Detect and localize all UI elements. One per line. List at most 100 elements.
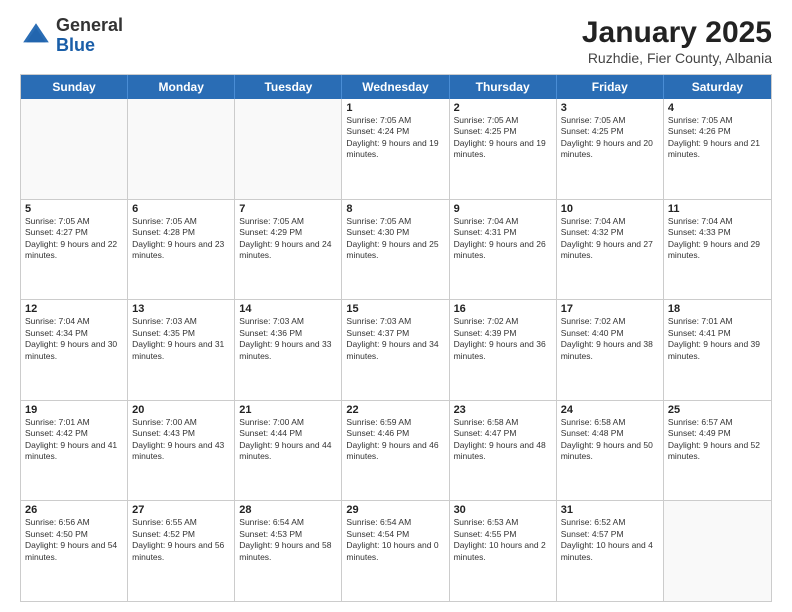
calendar-cell: 15Sunrise: 7:03 AMSunset: 4:37 PMDayligh…	[342, 300, 449, 400]
day-info: Sunrise: 7:05 AMSunset: 4:29 PMDaylight:…	[239, 216, 337, 262]
weekday-header: Tuesday	[235, 75, 342, 99]
day-info: Sunrise: 7:01 AMSunset: 4:42 PMDaylight:…	[25, 417, 123, 463]
calendar-cell: 2Sunrise: 7:05 AMSunset: 4:25 PMDaylight…	[450, 99, 557, 199]
day-number: 3	[561, 102, 659, 114]
logo-icon	[20, 20, 52, 52]
calendar-cell: 7Sunrise: 7:05 AMSunset: 4:29 PMDaylight…	[235, 200, 342, 300]
calendar-cell: 17Sunrise: 7:02 AMSunset: 4:40 PMDayligh…	[557, 300, 664, 400]
day-number: 5	[25, 203, 123, 215]
calendar-cell	[664, 501, 771, 601]
day-info: Sunrise: 7:05 AMSunset: 4:30 PMDaylight:…	[346, 216, 444, 262]
calendar-cell: 12Sunrise: 7:04 AMSunset: 4:34 PMDayligh…	[21, 300, 128, 400]
day-number: 10	[561, 203, 659, 215]
day-number: 16	[454, 303, 552, 315]
calendar-row: 19Sunrise: 7:01 AMSunset: 4:42 PMDayligh…	[21, 401, 771, 502]
day-info: Sunrise: 6:55 AMSunset: 4:52 PMDaylight:…	[132, 517, 230, 563]
weekday-header: Sunday	[21, 75, 128, 99]
day-number: 25	[668, 404, 767, 416]
calendar-cell: 21Sunrise: 7:00 AMSunset: 4:44 PMDayligh…	[235, 401, 342, 501]
day-info: Sunrise: 6:54 AMSunset: 4:53 PMDaylight:…	[239, 517, 337, 563]
title-block: January 2025 Ruzhdie, Fier County, Alban…	[582, 16, 772, 66]
calendar-header: SundayMondayTuesdayWednesdayThursdayFrid…	[21, 75, 771, 99]
day-number: 27	[132, 504, 230, 516]
day-info: Sunrise: 7:05 AMSunset: 4:25 PMDaylight:…	[561, 115, 659, 161]
calendar-cell: 10Sunrise: 7:04 AMSunset: 4:32 PMDayligh…	[557, 200, 664, 300]
day-number: 4	[668, 102, 767, 114]
day-number: 8	[346, 203, 444, 215]
day-info: Sunrise: 7:05 AMSunset: 4:26 PMDaylight:…	[668, 115, 767, 161]
day-info: Sunrise: 6:58 AMSunset: 4:48 PMDaylight:…	[561, 417, 659, 463]
calendar-cell: 18Sunrise: 7:01 AMSunset: 4:41 PMDayligh…	[664, 300, 771, 400]
day-info: Sunrise: 7:03 AMSunset: 4:37 PMDaylight:…	[346, 316, 444, 362]
calendar-cell: 26Sunrise: 6:56 AMSunset: 4:50 PMDayligh…	[21, 501, 128, 601]
day-info: Sunrise: 6:57 AMSunset: 4:49 PMDaylight:…	[668, 417, 767, 463]
calendar-cell: 9Sunrise: 7:04 AMSunset: 4:31 PMDaylight…	[450, 200, 557, 300]
calendar-cell: 22Sunrise: 6:59 AMSunset: 4:46 PMDayligh…	[342, 401, 449, 501]
day-number: 19	[25, 404, 123, 416]
day-number: 20	[132, 404, 230, 416]
calendar-cell: 11Sunrise: 7:04 AMSunset: 4:33 PMDayligh…	[664, 200, 771, 300]
calendar-cell: 5Sunrise: 7:05 AMSunset: 4:27 PMDaylight…	[21, 200, 128, 300]
day-info: Sunrise: 7:04 AMSunset: 4:33 PMDaylight:…	[668, 216, 767, 262]
calendar-cell: 8Sunrise: 7:05 AMSunset: 4:30 PMDaylight…	[342, 200, 449, 300]
day-number: 17	[561, 303, 659, 315]
day-info: Sunrise: 6:59 AMSunset: 4:46 PMDaylight:…	[346, 417, 444, 463]
logo: General Blue	[20, 16, 123, 56]
calendar-cell: 3Sunrise: 7:05 AMSunset: 4:25 PMDaylight…	[557, 99, 664, 199]
calendar-cell: 25Sunrise: 6:57 AMSunset: 4:49 PMDayligh…	[664, 401, 771, 501]
weekday-header: Thursday	[450, 75, 557, 99]
day-info: Sunrise: 6:53 AMSunset: 4:55 PMDaylight:…	[454, 517, 552, 563]
calendar-row: 26Sunrise: 6:56 AMSunset: 4:50 PMDayligh…	[21, 501, 771, 601]
day-number: 13	[132, 303, 230, 315]
logo-text: General Blue	[56, 16, 123, 56]
calendar-cell: 16Sunrise: 7:02 AMSunset: 4:39 PMDayligh…	[450, 300, 557, 400]
day-number: 23	[454, 404, 552, 416]
day-number: 26	[25, 504, 123, 516]
calendar-cell	[128, 99, 235, 199]
header: General Blue January 2025 Ruzhdie, Fier …	[20, 16, 772, 66]
day-number: 14	[239, 303, 337, 315]
day-info: Sunrise: 7:02 AMSunset: 4:40 PMDaylight:…	[561, 316, 659, 362]
calendar-cell: 29Sunrise: 6:54 AMSunset: 4:54 PMDayligh…	[342, 501, 449, 601]
calendar-cell: 1Sunrise: 7:05 AMSunset: 4:24 PMDaylight…	[342, 99, 449, 199]
day-number: 15	[346, 303, 444, 315]
weekday-header: Wednesday	[342, 75, 449, 99]
calendar-cell: 27Sunrise: 6:55 AMSunset: 4:52 PMDayligh…	[128, 501, 235, 601]
day-info: Sunrise: 7:05 AMSunset: 4:28 PMDaylight:…	[132, 216, 230, 262]
day-info: Sunrise: 6:58 AMSunset: 4:47 PMDaylight:…	[454, 417, 552, 463]
day-info: Sunrise: 7:04 AMSunset: 4:32 PMDaylight:…	[561, 216, 659, 262]
calendar-body: 1Sunrise: 7:05 AMSunset: 4:24 PMDaylight…	[21, 99, 771, 601]
calendar-cell: 14Sunrise: 7:03 AMSunset: 4:36 PMDayligh…	[235, 300, 342, 400]
day-info: Sunrise: 7:05 AMSunset: 4:24 PMDaylight:…	[346, 115, 444, 161]
calendar-row: 5Sunrise: 7:05 AMSunset: 4:27 PMDaylight…	[21, 200, 771, 301]
day-info: Sunrise: 7:02 AMSunset: 4:39 PMDaylight:…	[454, 316, 552, 362]
day-info: Sunrise: 7:04 AMSunset: 4:34 PMDaylight:…	[25, 316, 123, 362]
day-number: 6	[132, 203, 230, 215]
day-number: 24	[561, 404, 659, 416]
day-info: Sunrise: 7:05 AMSunset: 4:27 PMDaylight:…	[25, 216, 123, 262]
weekday-header: Monday	[128, 75, 235, 99]
day-info: Sunrise: 7:00 AMSunset: 4:44 PMDaylight:…	[239, 417, 337, 463]
day-number: 18	[668, 303, 767, 315]
page: General Blue January 2025 Ruzhdie, Fier …	[0, 0, 792, 612]
weekday-header: Friday	[557, 75, 664, 99]
weekday-header: Saturday	[664, 75, 771, 99]
calendar-cell: 23Sunrise: 6:58 AMSunset: 4:47 PMDayligh…	[450, 401, 557, 501]
calendar-cell: 24Sunrise: 6:58 AMSunset: 4:48 PMDayligh…	[557, 401, 664, 501]
day-info: Sunrise: 6:52 AMSunset: 4:57 PMDaylight:…	[561, 517, 659, 563]
day-number: 22	[346, 404, 444, 416]
calendar-cell: 31Sunrise: 6:52 AMSunset: 4:57 PMDayligh…	[557, 501, 664, 601]
day-number: 11	[668, 203, 767, 215]
day-info: Sunrise: 7:03 AMSunset: 4:35 PMDaylight:…	[132, 316, 230, 362]
calendar-cell: 6Sunrise: 7:05 AMSunset: 4:28 PMDaylight…	[128, 200, 235, 300]
day-info: Sunrise: 6:54 AMSunset: 4:54 PMDaylight:…	[346, 517, 444, 563]
day-info: Sunrise: 7:04 AMSunset: 4:31 PMDaylight:…	[454, 216, 552, 262]
day-info: Sunrise: 7:01 AMSunset: 4:41 PMDaylight:…	[668, 316, 767, 362]
page-title: January 2025	[582, 16, 772, 50]
page-subtitle: Ruzhdie, Fier County, Albania	[582, 50, 772, 66]
calendar-cell: 19Sunrise: 7:01 AMSunset: 4:42 PMDayligh…	[21, 401, 128, 501]
calendar-cell: 13Sunrise: 7:03 AMSunset: 4:35 PMDayligh…	[128, 300, 235, 400]
day-number: 7	[239, 203, 337, 215]
day-info: Sunrise: 6:56 AMSunset: 4:50 PMDaylight:…	[25, 517, 123, 563]
day-number: 9	[454, 203, 552, 215]
